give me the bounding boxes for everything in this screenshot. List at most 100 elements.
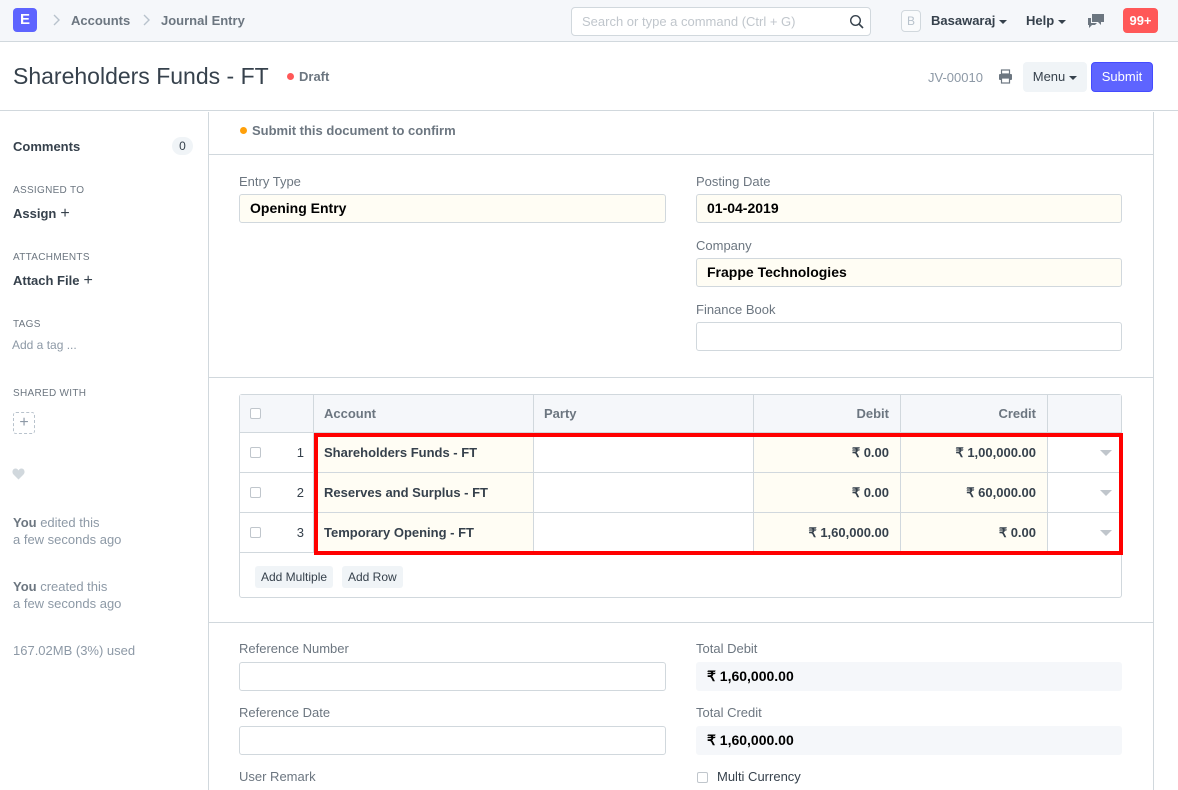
chat-icon[interactable] bbox=[1087, 13, 1105, 29]
print-icon[interactable] bbox=[998, 69, 1013, 84]
attachments-label: ATTACHMENTS bbox=[13, 252, 90, 263]
party-cell[interactable] bbox=[534, 473, 754, 512]
app-logo[interactable]: E bbox=[13, 8, 37, 32]
activity-when: a few seconds ago bbox=[13, 532, 122, 547]
total-debit-label: Total Debit bbox=[696, 641, 758, 656]
comments-count-badge: 0 bbox=[172, 137, 193, 155]
header-account: Account bbox=[314, 395, 534, 432]
debit-cell[interactable]: ₹ 1,60,000.00 bbox=[754, 513, 901, 552]
column-header: Account bbox=[324, 406, 376, 421]
help-label: Help bbox=[1026, 13, 1055, 28]
company-field[interactable]: Frappe Technologies bbox=[696, 258, 1122, 287]
reference-number-field[interactable] bbox=[239, 662, 666, 691]
form-message: Submit this document to confirm bbox=[209, 112, 1153, 155]
entry-type-label: Entry Type bbox=[239, 174, 301, 189]
account-cell[interactable]: Shareholders Funds - FT bbox=[314, 433, 534, 472]
total-credit-value: ₹ 1,60,000.00 bbox=[696, 726, 1122, 755]
table-row[interactable]: 3 Temporary Opening - FT ₹ 1,60,000.00 ₹… bbox=[240, 513, 1121, 553]
assigned-to-label: ASSIGNED TO bbox=[13, 185, 85, 196]
user-dropdown[interactable]: Basawaraj bbox=[931, 13, 1008, 28]
credit-value: ₹ 0.00 bbox=[998, 525, 1036, 540]
heart-icon[interactable] bbox=[12, 468, 25, 480]
submit-button[interactable]: Submit bbox=[1091, 62, 1153, 92]
activity-who: You bbox=[13, 579, 37, 594]
page-head: Shareholders Funds - FT Draft JV-00010 M… bbox=[0, 43, 1178, 111]
chevron-right-icon bbox=[53, 14, 60, 26]
row-expand-icon[interactable] bbox=[1100, 450, 1112, 456]
column-header: Party bbox=[544, 406, 577, 421]
row-index-cell: 1 bbox=[240, 433, 314, 472]
attach-file-label: Attach File bbox=[13, 273, 80, 288]
column-header: Debit bbox=[856, 406, 890, 421]
account-cell[interactable]: Temporary Opening - FT bbox=[314, 513, 534, 552]
multi-currency-checkbox[interactable] bbox=[697, 772, 708, 783]
share-add-button[interactable]: + bbox=[13, 412, 35, 434]
credit-cell[interactable]: ₹ 60,000.00 bbox=[901, 473, 1048, 512]
finance-book-field[interactable] bbox=[696, 322, 1122, 351]
debit-cell[interactable]: ₹ 0.00 bbox=[754, 473, 901, 512]
accounts-table: Account Party Debit Credit 1 Shareholder… bbox=[239, 394, 1123, 598]
row-checkbox[interactable] bbox=[250, 527, 261, 538]
search-input[interactable] bbox=[582, 14, 842, 29]
row-expand-icon[interactable] bbox=[1100, 490, 1112, 496]
row-number: 2 bbox=[296, 485, 304, 500]
table-row[interactable]: 2 Reserves and Surplus - FT ₹ 0.00 ₹ 60,… bbox=[240, 473, 1121, 513]
assign-label: Assign bbox=[13, 206, 57, 221]
row-expand-icon[interactable] bbox=[1100, 530, 1112, 536]
breadcrumb-journal-entry[interactable]: Journal Entry bbox=[161, 13, 245, 28]
assign-button[interactable]: Assign + bbox=[13, 205, 70, 223]
status-indicator-dot bbox=[287, 73, 294, 80]
multi-currency-label: Multi Currency bbox=[717, 769, 801, 784]
add-tag-input[interactable]: Add a tag ... bbox=[12, 338, 77, 352]
account-value: Temporary Opening - FT bbox=[324, 525, 474, 540]
plus-icon: + bbox=[83, 272, 93, 289]
shared-with-label: SHARED WITH bbox=[13, 388, 87, 399]
help-dropdown[interactable]: Help bbox=[1026, 13, 1067, 28]
document-name: JV-00010 bbox=[928, 70, 983, 85]
form-message-text: Submit this document to confirm bbox=[252, 123, 456, 138]
entry-type-select[interactable]: Opening Entry bbox=[239, 194, 666, 223]
party-cell[interactable] bbox=[534, 513, 754, 552]
menu-button[interactable]: Menu bbox=[1023, 62, 1087, 92]
finance-book-label: Finance Book bbox=[696, 302, 776, 317]
row-checkbox[interactable] bbox=[250, 447, 261, 458]
reference-date-field[interactable] bbox=[239, 726, 666, 755]
row-index-cell: 3 bbox=[240, 513, 314, 552]
indicator-dot bbox=[240, 127, 247, 134]
form-sidebar: Comments 0 ASSIGNED TO Assign + ATTACHMEN… bbox=[0, 112, 208, 790]
activity-what: edited this bbox=[36, 515, 100, 530]
avatar[interactable]: B bbox=[901, 10, 921, 32]
posting-date-field[interactable]: 01-04-2019 bbox=[696, 194, 1122, 223]
header-credit: Credit bbox=[901, 395, 1048, 432]
add-multiple-button[interactable]: Add Multiple bbox=[255, 566, 334, 588]
row-number: 1 bbox=[296, 445, 304, 460]
credit-value: ₹ 1,00,000.00 bbox=[955, 445, 1036, 460]
party-cell[interactable] bbox=[534, 433, 754, 472]
notifications-badge[interactable]: 99+ bbox=[1123, 8, 1158, 33]
debit-value: ₹ 0.00 bbox=[851, 485, 889, 500]
attach-file-button[interactable]: Attach File + bbox=[13, 272, 93, 290]
page-title: Shareholders Funds - FT bbox=[13, 63, 269, 89]
column-header: Credit bbox=[998, 406, 1036, 421]
storage-usage: 167.02MB (3%) used bbox=[13, 643, 136, 658]
breadcrumb-accounts[interactable]: Accounts bbox=[71, 13, 130, 28]
plus-icon: + bbox=[60, 205, 70, 222]
form-section-header: Entry Type Opening Entry Posting Date 01… bbox=[209, 155, 1153, 378]
header-select-cell bbox=[240, 395, 314, 432]
account-cell[interactable]: Reserves and Surplus - FT bbox=[314, 473, 534, 512]
search-icon[interactable] bbox=[849, 14, 865, 30]
reference-number-label: Reference Number bbox=[239, 641, 349, 656]
table-row[interactable]: 1 Shareholders Funds - FT ₹ 0.00 ₹ 1,00,… bbox=[240, 433, 1121, 473]
comments-link[interactable]: Comments bbox=[13, 139, 80, 154]
add-row-button[interactable]: Add Row bbox=[342, 566, 403, 588]
credit-cell[interactable]: ₹ 0.00 bbox=[901, 513, 1048, 552]
company-label: Company bbox=[696, 238, 752, 253]
header-party: Party bbox=[534, 395, 754, 432]
row-checkbox[interactable] bbox=[250, 487, 261, 498]
total-debit-value: ₹ 1,60,000.00 bbox=[696, 662, 1122, 691]
credit-cell[interactable]: ₹ 1,00,000.00 bbox=[901, 433, 1048, 472]
user-name: Basawaraj bbox=[931, 13, 996, 28]
debit-cell[interactable]: ₹ 0.00 bbox=[754, 433, 901, 472]
caret-down-icon bbox=[1058, 19, 1067, 24]
select-all-checkbox[interactable] bbox=[250, 408, 261, 419]
